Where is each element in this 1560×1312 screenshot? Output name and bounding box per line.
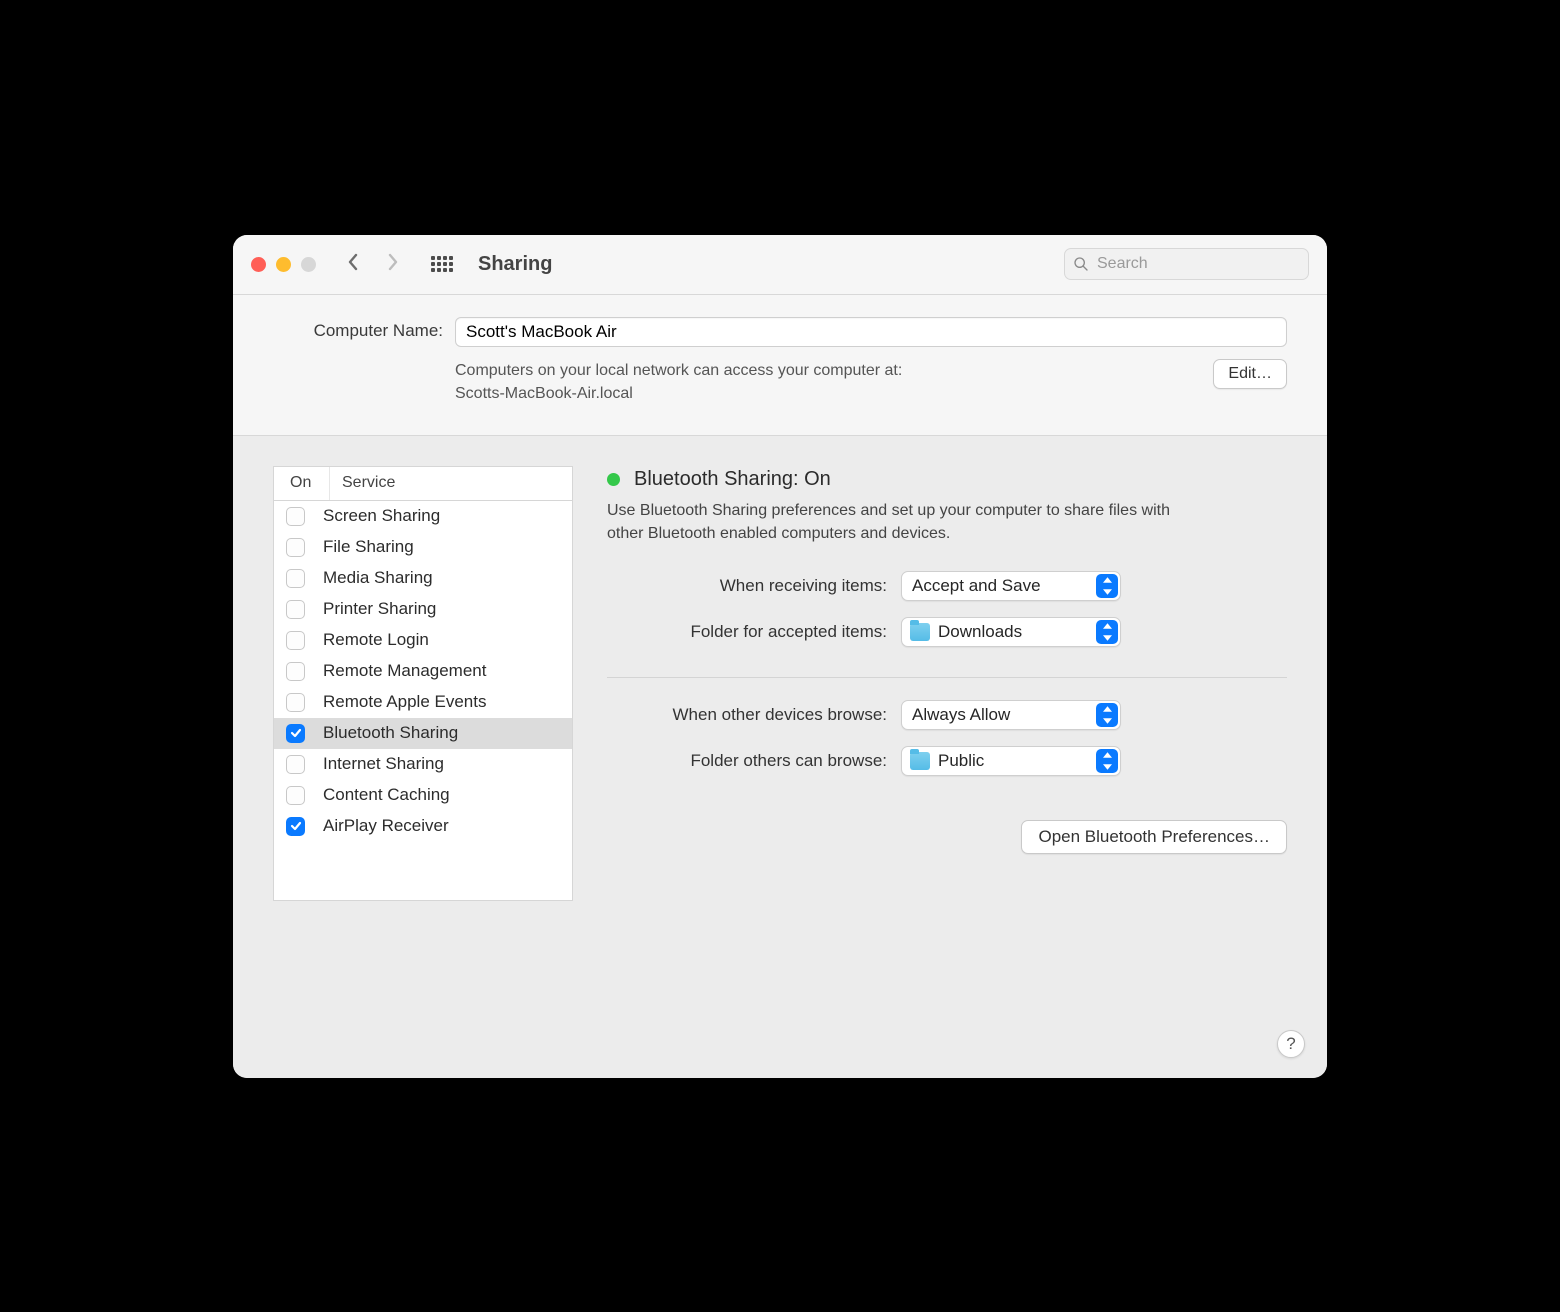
- browse-action-value: Always Allow: [912, 705, 1010, 725]
- status-line: Bluetooth Sharing: On: [607, 468, 1287, 491]
- service-row[interactable]: Remote Login: [274, 625, 572, 656]
- folder-icon: [910, 752, 930, 770]
- service-label: Remote Login: [323, 630, 572, 650]
- stepper-icon: [1096, 749, 1118, 773]
- stepper-icon: [1096, 703, 1118, 727]
- services-list: On Service Screen Sharing File Sharing Med…: [273, 466, 573, 901]
- service-label: Remote Management: [323, 661, 572, 681]
- sharing-preferences-window: Sharing Computer Name: Computers on your…: [233, 235, 1327, 1078]
- service-row[interactable]: Media Sharing: [274, 563, 572, 594]
- service-row[interactable]: Remote Management: [274, 656, 572, 687]
- minimize-window-button[interactable]: [276, 257, 291, 272]
- service-checkbox[interactable]: [286, 693, 305, 712]
- service-label: Bluetooth Sharing: [323, 723, 572, 743]
- service-row[interactable]: AirPlay Receiver: [274, 811, 572, 842]
- close-window-button[interactable]: [251, 257, 266, 272]
- divider: [607, 677, 1287, 678]
- nav-buttons: [344, 253, 402, 276]
- search-input[interactable]: [1064, 248, 1309, 280]
- browse-folder-select[interactable]: Public: [901, 746, 1121, 776]
- service-label: File Sharing: [323, 537, 572, 557]
- help-button[interactable]: ?: [1277, 1030, 1305, 1058]
- service-label: Screen Sharing: [323, 506, 572, 526]
- service-label: AirPlay Receiver: [323, 816, 572, 836]
- service-label: Internet Sharing: [323, 754, 572, 774]
- computer-name-label: Computer Name:: [273, 317, 443, 341]
- accepted-folder-value: Downloads: [938, 622, 1022, 642]
- folder-icon: [910, 623, 930, 641]
- stepper-icon: [1096, 620, 1118, 644]
- window-title: Sharing: [478, 253, 552, 276]
- body: On Service Screen Sharing File Sharing Med…: [233, 436, 1327, 1078]
- service-row[interactable]: Screen Sharing: [274, 501, 572, 532]
- receiving-items-select[interactable]: Accept and Save: [901, 571, 1121, 601]
- stepper-icon: [1096, 574, 1118, 598]
- services-header-on: On: [274, 467, 330, 500]
- browse-label: When other devices browse:: [607, 705, 887, 725]
- service-detail: Bluetooth Sharing: On Use Bluetooth Shar…: [607, 466, 1287, 1056]
- service-checkbox[interactable]: [286, 631, 305, 650]
- window-controls: [251, 257, 316, 272]
- edit-hostname-button[interactable]: Edit…: [1213, 359, 1287, 389]
- open-bluetooth-prefs-button[interactable]: Open Bluetooth Preferences…: [1021, 820, 1287, 854]
- accepted-folder-label: Folder for accepted items:: [607, 622, 887, 642]
- browse-folder-value: Public: [938, 751, 984, 771]
- service-row[interactable]: Bluetooth Sharing: [274, 718, 572, 749]
- forward-button: [384, 253, 402, 276]
- service-checkbox[interactable]: [286, 507, 305, 526]
- service-checkbox[interactable]: [286, 786, 305, 805]
- computer-name-section: Computer Name: Computers on your local n…: [233, 295, 1327, 436]
- service-row[interactable]: Remote Apple Events: [274, 687, 572, 718]
- service-label: Media Sharing: [323, 568, 572, 588]
- service-checkbox[interactable]: [286, 817, 305, 836]
- accepted-folder-select[interactable]: Downloads: [901, 617, 1121, 647]
- service-description: Use Bluetooth Sharing preferences and se…: [607, 499, 1207, 545]
- search-field[interactable]: [1064, 248, 1309, 280]
- titlebar: Sharing: [233, 235, 1327, 295]
- service-checkbox[interactable]: [286, 600, 305, 619]
- service-checkbox[interactable]: [286, 755, 305, 774]
- computer-name-input[interactable]: [455, 317, 1287, 347]
- show-all-icon[interactable]: [430, 252, 454, 276]
- services-header: On Service: [274, 467, 572, 501]
- local-hostname-text: Computers on your local network can acce…: [455, 359, 1193, 405]
- service-row[interactable]: Content Caching: [274, 780, 572, 811]
- service-row[interactable]: Printer Sharing: [274, 594, 572, 625]
- zoom-window-button: [301, 257, 316, 272]
- service-checkbox[interactable]: [286, 724, 305, 743]
- status-title: Bluetooth Sharing: On: [634, 468, 831, 491]
- search-icon: [1073, 256, 1089, 272]
- service-row[interactable]: File Sharing: [274, 532, 572, 563]
- service-checkbox[interactable]: [286, 662, 305, 681]
- services-header-svc: Service: [330, 474, 395, 492]
- status-indicator-icon: [607, 473, 620, 486]
- receiving-items-value: Accept and Save: [912, 576, 1041, 596]
- browse-folder-label: Folder others can browse:: [607, 751, 887, 771]
- back-button[interactable]: [344, 253, 362, 276]
- service-label: Content Caching: [323, 785, 572, 805]
- receiving-items-label: When receiving items:: [607, 576, 887, 596]
- service-checkbox[interactable]: [286, 569, 305, 588]
- service-checkbox[interactable]: [286, 538, 305, 557]
- service-row[interactable]: Internet Sharing: [274, 749, 572, 780]
- service-label: Printer Sharing: [323, 599, 572, 619]
- service-label: Remote Apple Events: [323, 692, 572, 712]
- browse-action-select[interactable]: Always Allow: [901, 700, 1121, 730]
